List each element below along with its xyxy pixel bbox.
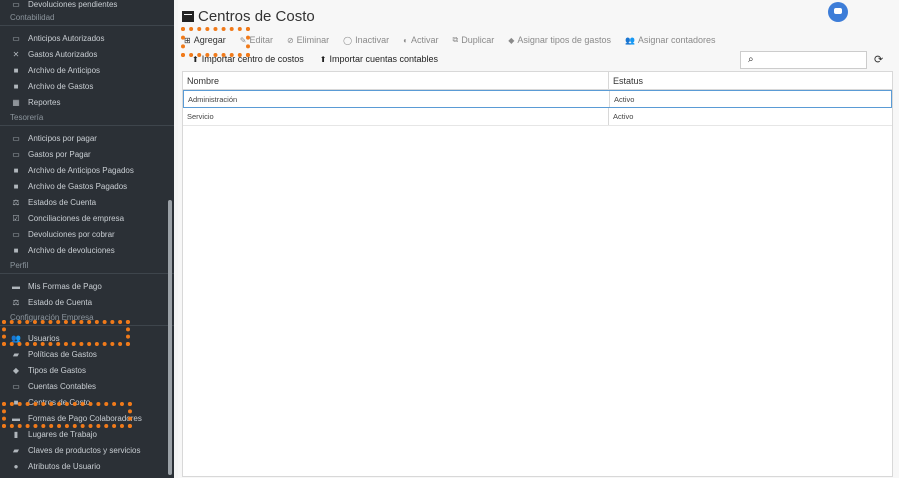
chat-bubble-icon[interactable] [828,2,848,22]
sidebar-item-estado-cuenta[interactable]: ⚖ Estado de Cuenta [0,294,174,310]
sidebar-item-claves-productos[interactable]: ▰ Claves de productos y servicios [0,442,174,458]
activate-button[interactable]: ◐ Activar [403,35,438,45]
search-icon: ⌕ [748,54,754,65]
book-icon: ▰ [12,349,20,359]
upload-icon: ⬆ [192,54,199,64]
sidebar-item-lugares-trabajo[interactable]: ▮ Lugares de Trabajo [0,426,174,442]
archive-icon: ■ [13,245,19,255]
wrench-icon: ✕ [12,49,20,59]
trash-icon: ⊘ [286,35,294,45]
page-title: Centros de Costo [182,8,315,25]
table-row[interactable]: Servicio Activo [183,108,892,126]
app-window: ▭ Devoluciones pendientes Contabilidad ▭… [0,0,899,478]
delete-button[interactable]: ⊘ Eliminar [287,35,329,45]
sidebar-section-header: Tesorería [0,110,174,126]
sidebar-item-centros-costo[interactable]: ■ Centros de Costo [0,394,174,410]
toolbar: ⊞ Agregar ✎ Editar ⊘ Eliminar ◯ Inactivar ◐ A… [184,35,729,45]
sidebar-item-archivo-devoluciones[interactable]: ■ Archivo de devoluciones [0,242,174,258]
briefcase-icon: ▰ [12,445,20,455]
sidebar-item-usuarios[interactable]: 👥 Usuarios [0,330,174,346]
column-header-estatus[interactable]: Estatus [609,72,892,89]
add-button[interactable]: ⊞ Agregar [184,35,226,45]
toggle-on-icon: ◐ [403,35,408,45]
card-icon: ▭ [12,229,20,239]
archive-icon: ■ [13,397,19,407]
card-icon: ▭ [12,0,20,9]
table-cell: Administración [184,91,610,107]
deactivate-button[interactable]: ◯ Inactivar [343,35,389,45]
users-icon: 👥 [11,333,21,343]
scale-icon: ⚖ [12,297,20,307]
search-input[interactable] [740,51,867,69]
cost-centers-table: Nombre Estatus Administración Activo Ser… [182,71,893,477]
check-icon: ☑ [12,213,20,223]
sidebar-item-archivo-gastos[interactable]: ■ Archivo de Gastos [0,78,174,94]
import-toolbar: ⬆ Importar centro de costos ⬆ Importar cue… [192,54,454,64]
archive-icon: ■ [13,65,19,75]
building-icon: ▮ [13,429,19,439]
card-icon: ▭ [12,33,20,43]
sidebar-item-tipos-gastos[interactable]: ◆ Tipos de Gastos [0,362,174,378]
pencil-icon: ✎ [239,35,247,45]
sidebar-section-header: Perfil [0,258,174,274]
card-icon: ▭ [12,133,20,143]
sidebar-item-formas-pago-colaboradores[interactable]: ▬ Formas de Pago Colaboradores [0,410,174,426]
sidebar-item-devoluciones-pendientes[interactable]: ▭ Devoluciones pendientes [0,0,174,10]
assign-expense-types-button[interactable]: ◆ Asignar tipos de gastos [508,35,611,45]
toggle-off-icon: ◯ [343,35,353,45]
scale-icon: ⚖ [12,197,20,207]
plus-square-icon: ⊞ [184,35,191,45]
sidebar-item-atributos-usuario[interactable]: ● Atributos de Usuario [0,458,174,474]
edit-button[interactable]: ✎ Editar [240,35,273,45]
sidebar-item-reportes[interactable]: ▦ Reportes [0,94,174,110]
import-accounts-button[interactable]: ⬆ Importar cuentas contables [320,54,438,64]
archive-icon: ■ [13,181,19,191]
table-cell: Servicio [183,108,609,125]
tag-icon: ◆ [12,365,20,375]
archive-icon [182,11,194,22]
assign-accountants-button[interactable]: 👥 Asignar contadores [625,35,716,45]
sidebar-item-conciliaciones[interactable]: ☑ Conciliaciones de empresa [0,210,174,226]
sidebar-scrollbar[interactable] [168,200,172,475]
users-icon: 👥 [624,35,635,45]
archive-icon: ■ [13,165,19,175]
import-cost-centers-button[interactable]: ⬆ Importar centro de costos [192,54,304,64]
table-row[interactable]: Administración Activo [183,90,892,108]
sidebar-item-gastos-autorizados[interactable]: ✕ Gastos Autorizados [0,46,174,62]
archive-icon: ■ [13,81,19,91]
card-icon: ▭ [12,149,20,159]
sidebar-section-header: Configuración Empresa [0,310,174,326]
sidebar-item-anticipos-autorizados[interactable]: ▭ Anticipos Autorizados [0,30,174,46]
table-header: Nombre Estatus [183,72,892,90]
upload-icon: ⬆ [319,54,327,64]
card-icon: ▭ [12,381,20,391]
sidebar-item-politicas-gastos[interactable]: ▰ Políticas de Gastos [0,346,174,362]
grid-icon: ▦ [12,97,20,107]
sidebar-item-estados-cuenta[interactable]: ⚖ Estados de Cuenta [0,194,174,210]
sidebar-item-archivo-anticipos[interactable]: ■ Archivo de Anticipos [0,62,174,78]
sidebar-section-header: Contabilidad [0,10,174,26]
page-title-text: Centros de Costo [198,8,315,25]
sidebar-item-gastos-por-pagar[interactable]: ▭ Gastos por Pagar [0,146,174,162]
sidebar-item-anticipos-por-pagar[interactable]: ▭ Anticipos por pagar [0,130,174,146]
credit-card-icon: ▬ [12,413,20,423]
sidebar: ▭ Devoluciones pendientes Contabilidad ▭… [0,0,174,478]
main-content: Centros de Costo ⊞ Agregar ✎ Editar ⊘ Elimi… [178,0,899,478]
duplicate-button[interactable]: ⧉ Duplicar [453,35,495,45]
sidebar-item-cuentas-contables[interactable]: ▭ Cuentas Contables [0,378,174,394]
tags-icon: ◆ [508,35,515,45]
sidebar-item-devoluciones-cobrar[interactable]: ▭ Devoluciones por cobrar [0,226,174,242]
copy-icon: ⧉ [452,35,459,44]
credit-card-icon: ▬ [12,281,20,291]
table-cell: Activo [614,94,635,104]
column-header-nombre[interactable]: Nombre [183,72,609,89]
user-icon: ● [13,461,19,471]
table-cell: Activo [613,112,634,121]
refresh-icon[interactable]: ⟳ [874,53,883,66]
sidebar-item-mis-formas-pago[interactable]: ▬ Mis Formas de Pago [0,278,174,294]
sidebar-item-archivo-gastos-pagados[interactable]: ■ Archivo de Gastos Pagados [0,178,174,194]
sidebar-item-archivo-anticipos-pagados[interactable]: ■ Archivo de Anticipos Pagados [0,162,174,178]
